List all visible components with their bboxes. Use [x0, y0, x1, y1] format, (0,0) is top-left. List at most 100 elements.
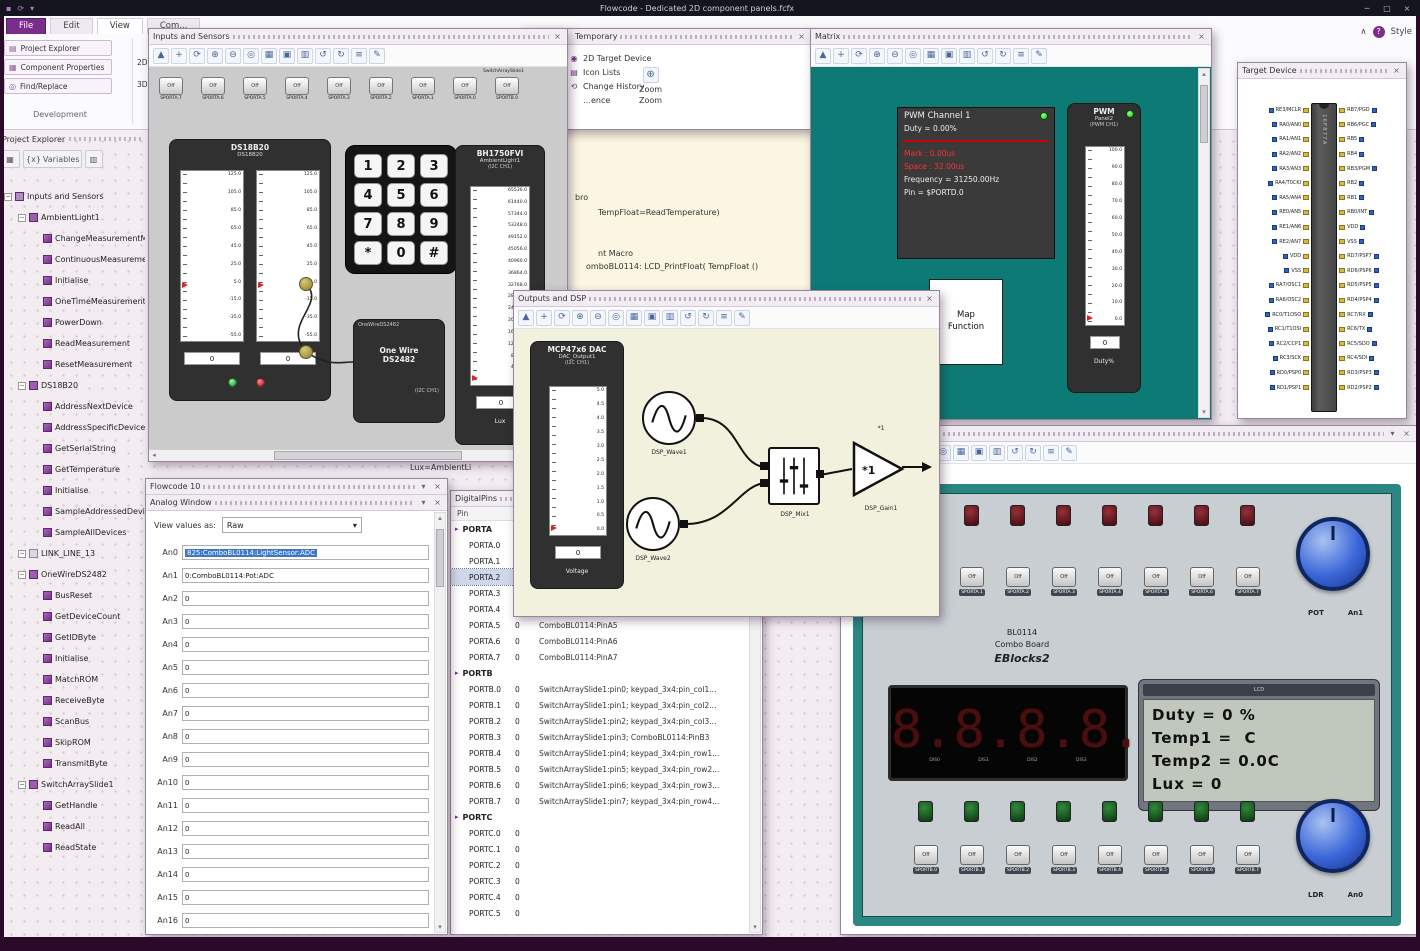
- port-group-row[interactable]: PORTC: [451, 809, 748, 825]
- grid-icon[interactable]: ▦: [923, 47, 939, 64]
- pwm-meter-component[interactable]: PWM Panel2 (PWM CH1) 100.0 90.0 80.0 70.…: [1067, 103, 1141, 393]
- chip-pin-row[interactable]: RB4: [1339, 147, 1379, 162]
- panels-2d-button[interactable]: 2D: [137, 58, 148, 67]
- chip-pin-row[interactable]: RD7/PSP7: [1339, 249, 1379, 264]
- ribbon-tab[interactable]: Edit: [50, 18, 93, 34]
- keypad-key[interactable]: 7: [354, 212, 382, 236]
- map-function-block[interactable]: Map Function: [929, 279, 1003, 365]
- tree-item[interactable]: PowerDown: [0, 312, 145, 333]
- app-icon[interactable]: ▪: [6, 4, 11, 13]
- chip-pin-row[interactable]: RE2/AN7: [1265, 234, 1310, 249]
- close-icon[interactable]: ×: [924, 294, 935, 303]
- zoom-fit-icon[interactable]: ◎: [608, 309, 624, 326]
- zoom-out-icon[interactable]: ⊖: [590, 309, 606, 326]
- dsp-mix-component[interactable]: [768, 447, 820, 505]
- pin-row[interactable]: PORTB.3 0 SwitchArraySlide1:pin3; ComboB…: [451, 729, 748, 745]
- chip-pin-row[interactable]: RE1/AN6: [1265, 220, 1310, 235]
- meter-marker[interactable]: [551, 525, 557, 531]
- refresh-icon[interactable]: ⟳: [17, 4, 24, 13]
- chip-pin-row[interactable]: RE3/MCLR: [1265, 103, 1310, 118]
- chip-pin-row[interactable]: RA6/OSC2: [1265, 293, 1310, 308]
- chip-pin-row[interactable]: VSS: [1265, 264, 1310, 279]
- pin-row[interactable]: PORTB.0 0 SwitchArraySlide1:pin0; keypad…: [451, 681, 748, 697]
- ribbon-button[interactable]: ◎ Find/Replace: [4, 78, 112, 94]
- analog-value-field[interactable]: 0: [182, 637, 429, 652]
- tree-item[interactable]: Initialise: [0, 480, 145, 501]
- keypad-key[interactable]: #: [420, 241, 448, 265]
- chip-pin-row[interactable]: RA1/AN1: [1265, 132, 1310, 147]
- close-icon[interactable]: ×: [1401, 429, 1412, 438]
- tree-expander-icon[interactable]: [4, 192, 12, 201]
- tree-item[interactable]: Inputs and Sensors: [0, 186, 145, 207]
- chip-pin-row[interactable]: RB2: [1339, 176, 1379, 191]
- scroll-down-icon[interactable]: ▾: [435, 923, 445, 931]
- snapshot-icon[interactable]: ▣: [279, 47, 295, 64]
- zoom-out-icon[interactable]: ⊖: [887, 47, 903, 64]
- scroll-left-icon[interactable]: ◂: [149, 451, 159, 459]
- analog-value-field[interactable]: 0: [182, 614, 429, 629]
- wire-node[interactable]: [299, 345, 313, 359]
- grid-icon[interactable]: ▦: [953, 444, 969, 461]
- tree-item[interactable]: DS18B20: [0, 375, 145, 396]
- toggle-switch[interactable]: Off: [1236, 567, 1260, 587]
- chip-pin-row[interactable]: VDD: [1339, 220, 1379, 235]
- layers-icon[interactable]: ▥: [989, 444, 1005, 461]
- port-group-row[interactable]: PORTB: [451, 665, 748, 681]
- close-icon[interactable]: ×: [552, 32, 563, 41]
- tree-item[interactable]: Initialise: [0, 648, 145, 669]
- tree-item[interactable]: SampleAllDevices: [0, 522, 145, 543]
- edit-icon[interactable]: ✎: [369, 47, 385, 64]
- pin-row[interactable]: PORTB.4 0 SwitchArraySlide1:pin4; keypad…: [451, 745, 748, 761]
- analog-value-field[interactable]: 0: [182, 890, 429, 905]
- onewire-component[interactable]: OneWireDS2482 One Wire DS2482 (I2C CH1): [353, 319, 445, 423]
- explorer-toolbar-button[interactable]: ▥: [85, 150, 104, 168]
- pin-row[interactable]: PORTB.2 0 SwitchArraySlide1:pin2; keypad…: [451, 713, 748, 729]
- toggle-switch[interactable]: Off: [1190, 567, 1214, 587]
- chevron-right-icon[interactable]: [455, 525, 459, 533]
- layers-icon[interactable]: ▥: [297, 47, 313, 64]
- analog-value-field[interactable]: 0: [182, 706, 429, 721]
- redo-icon[interactable]: ↻: [1025, 444, 1041, 461]
- grid-icon[interactable]: ▦: [261, 47, 277, 64]
- pin-icon[interactable]: ▾: [418, 482, 429, 491]
- scrollbar-thumb[interactable]: [1200, 85, 1208, 143]
- toggle-switch[interactable]: Off: [1098, 567, 1122, 587]
- scroll-down-icon[interactable]: ▾: [1199, 408, 1209, 416]
- analog-value-field[interactable]: 0: [182, 660, 429, 675]
- maximize-button[interactable]: □: [1380, 4, 1394, 13]
- undo-icon[interactable]: ↺: [977, 47, 993, 64]
- keypad-key[interactable]: 5: [387, 183, 415, 207]
- keypad-key[interactable]: 3: [420, 154, 448, 178]
- pin-row[interactable]: PORTA.6 0 ComboBL0114:PinA6: [451, 633, 748, 649]
- chip-pin-row[interactable]: RB1: [1339, 191, 1379, 206]
- toggle-switch[interactable]: Off: [327, 77, 351, 95]
- pin-row[interactable]: PORTC.5 0: [451, 905, 748, 921]
- tree-item[interactable]: SkipROM: [0, 732, 145, 753]
- toggle-switch[interactable]: Off: [1052, 567, 1076, 587]
- rotate-icon[interactable]: ⟳: [554, 309, 570, 326]
- chip-pin-row[interactable]: RC4/SDI: [1339, 351, 1379, 366]
- pin-row[interactable]: PORTB.5 0 SwitchArraySlide1:pin5; keypad…: [451, 761, 748, 777]
- explorer-toolbar-button[interactable]: {x} Variables: [23, 150, 83, 168]
- redo-icon[interactable]: ↻: [995, 47, 1011, 64]
- tree-item[interactable]: ResetMeasurement: [0, 354, 145, 375]
- style-button[interactable]: Style: [1391, 27, 1412, 37]
- tree-expander-icon[interactable]: [18, 570, 26, 579]
- chip-pin-row[interactable]: RE0/AN5: [1265, 205, 1310, 220]
- snapshot-icon[interactable]: ▣: [971, 444, 987, 461]
- chip-pin-row[interactable]: RD2/PSP2: [1339, 380, 1379, 395]
- tree-item[interactable]: GetIDByte: [0, 627, 145, 648]
- explorer-toolbar-button[interactable]: ▦: [2, 150, 20, 168]
- list-icon[interactable]: ≡: [1043, 444, 1059, 461]
- close-icon[interactable]: ×: [1391, 66, 1402, 75]
- dsp-wave1-component[interactable]: [642, 391, 696, 445]
- toggle-switch[interactable]: Off: [1144, 845, 1168, 865]
- chip-pin-row[interactable]: RB6/PGC: [1339, 118, 1379, 133]
- zoom-fit-icon[interactable]: ◎: [243, 47, 259, 64]
- analog-value-field[interactable]: 0:ComboBL0114:Pot:ADC: [182, 568, 429, 583]
- tree-item[interactable]: ReceiveByte: [0, 690, 145, 711]
- redo-icon[interactable]: ↻: [333, 47, 349, 64]
- edit-icon[interactable]: ✎: [1061, 444, 1077, 461]
- analog-scrollbar[interactable]: ▴ ▾: [434, 512, 446, 933]
- tree-expander-icon[interactable]: [18, 780, 26, 789]
